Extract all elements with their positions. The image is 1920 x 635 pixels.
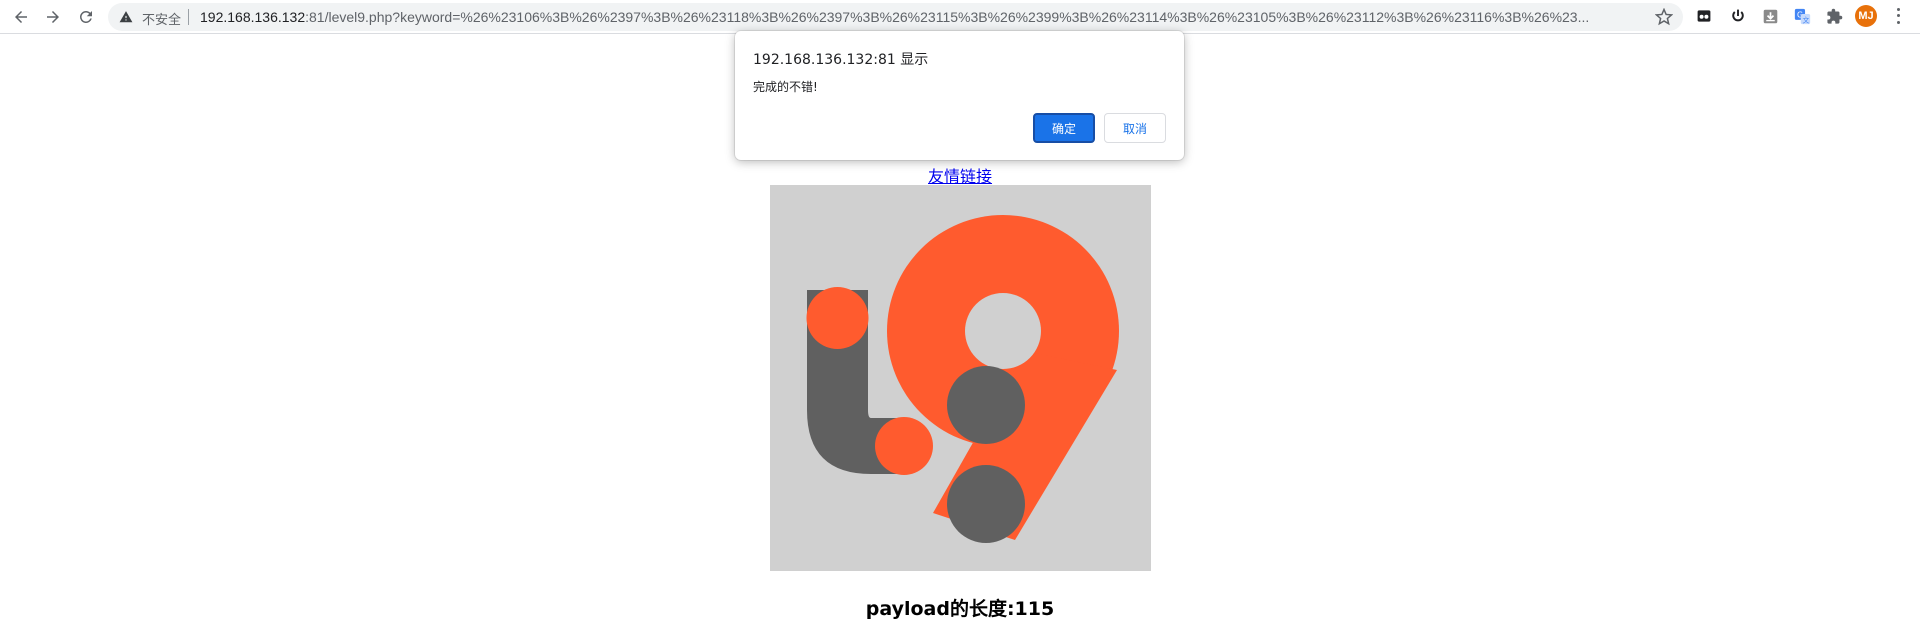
cancel-button[interactable]: 取消 — [1104, 113, 1166, 143]
profile-avatar[interactable]: MJ — [1855, 5, 1877, 27]
extensions-button[interactable] — [1824, 6, 1844, 26]
reload-icon — [79, 10, 92, 23]
security-label[interactable]: 不安全 — [142, 9, 181, 28]
more-vert-icon[interactable] — [1890, 6, 1906, 26]
tab-search-extension[interactable] — [1694, 6, 1714, 26]
star-icon[interactable] — [1655, 8, 1673, 26]
reload-button[interactable] — [74, 5, 98, 29]
puzzle-icon — [1826, 8, 1842, 24]
back-button[interactable] — [9, 5, 33, 29]
level-logo-image — [770, 185, 1151, 571]
translate-icon: G文 — [1794, 8, 1810, 24]
download-extension[interactable] — [1760, 6, 1780, 26]
arrow-left-icon — [15, 11, 27, 23]
dialog-message: 完成的不错! — [753, 80, 818, 94]
svg-text:文: 文 — [1802, 15, 1809, 24]
friend-link[interactable]: 友情链接 — [928, 163, 992, 187]
dialog-title: 192.168.136.132:81 显示 — [753, 52, 929, 68]
l9-logo-icon — [806, 215, 1119, 543]
warning-icon — [119, 11, 133, 23]
alert-dialog: 192.168.136.132:81 显示 完成的不错! 确定 取消 — [735, 31, 1184, 160]
translate-extension[interactable]: G文 — [1792, 6, 1812, 26]
ok-button[interactable]: 确定 — [1033, 113, 1095, 143]
power-icon — [1732, 9, 1744, 22]
address-bar[interactable]: 不安全 192.168.136.132:81/level9.php?keywor… — [108, 3, 1683, 31]
url-path: :81/level9.php?keyword=%26%23106%3B%26%2… — [305, 9, 1590, 25]
browser-toolbar: 不安全 192.168.136.132:81/level9.php?keywor… — [0, 0, 1920, 34]
url-text[interactable]: 192.168.136.132:81/level9.php?keyword=%2… — [200, 9, 1650, 25]
address-separator — [188, 9, 189, 25]
arrow-right-icon — [47, 11, 59, 23]
power-extension[interactable] — [1728, 6, 1748, 26]
tab-search-icon — [1697, 10, 1711, 22]
url-host: 192.168.136.132 — [200, 9, 306, 25]
forward-button[interactable] — [41, 5, 65, 29]
payload-length: payload的长度:115 — [865, 598, 1055, 620]
download-icon — [1763, 9, 1777, 23]
